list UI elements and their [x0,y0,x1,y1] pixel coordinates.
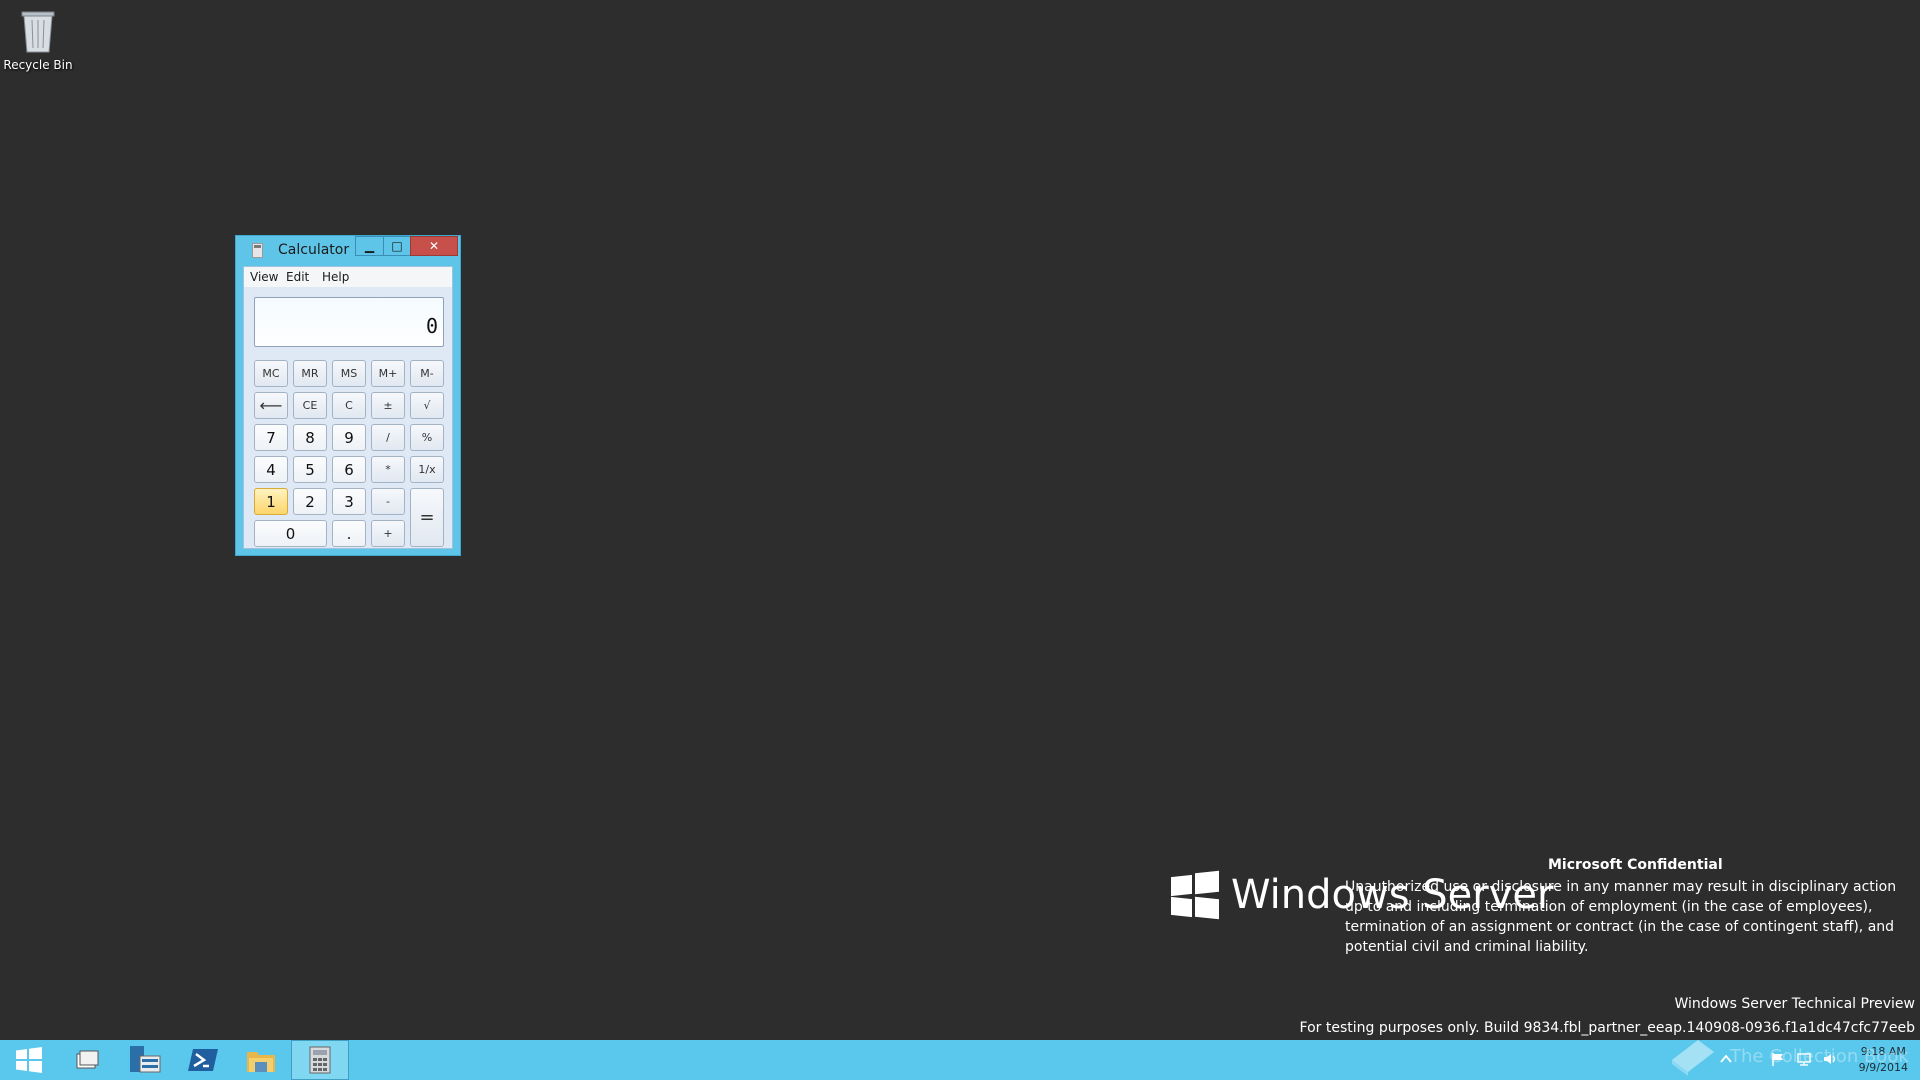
digit-3-button[interactable]: 3 [332,488,366,515]
windows-logo-icon [1171,870,1219,920]
m-plus-button[interactable]: M+ [371,360,405,387]
task-view-icon [76,1050,99,1069]
build-info: For testing purposes only. Build 9834.fb… [1299,1020,1915,1036]
equals-button[interactable]: = [410,488,444,547]
window-title: Calculator [278,242,350,258]
digit-2-button[interactable]: 2 [293,488,327,515]
server-manager-icon [130,1046,161,1073]
server-manager-button[interactable] [116,1040,174,1080]
calculator-body: View Edit Help 0 MC MR MS M+ M- ⟵ CE C ±… [243,266,453,549]
close-icon: ✕ [428,239,440,253]
reciprocal-button[interactable]: 1/x [410,456,444,483]
m-minus-button[interactable]: M- [410,360,444,387]
confidential-title: Microsoft Confidential [1548,857,1723,873]
calculator-window: Calculator ▁ □ ✕ View Edit Help 0 MC MR … [235,235,461,556]
recycle-bin-shortcut[interactable]: Recycle Bin [3,6,73,72]
close-button[interactable]: ✕ [410,236,458,256]
minimize-icon: ▁ [364,239,375,253]
menu-edit[interactable]: Edit [286,270,309,284]
calculator-taskbar-button[interactable] [291,1040,349,1080]
taskbar: 9:18 AM 9/9/2014 [0,1040,1920,1080]
display-value: 0 [425,314,438,338]
powershell-button[interactable] [174,1040,232,1080]
sqrt-button[interactable]: √ [410,392,444,419]
maximize-icon: □ [391,239,403,253]
file-explorer-button[interactable] [232,1040,290,1080]
digit-4-button[interactable]: 4 [254,456,288,483]
maximize-button[interactable]: □ [383,236,411,256]
book-watermark-icon [1672,1040,1714,1076]
digit-1-button[interactable]: 1 [254,488,288,515]
windows-start-icon [16,1047,42,1073]
recycle-bin-icon [21,11,55,53]
plus-minus-button[interactable]: ± [371,392,405,419]
menu-help[interactable]: Help [322,270,349,284]
digit-5-button[interactable]: 5 [293,456,327,483]
calculator-icon [309,1046,331,1074]
confidential-notice: Unauthorized use or disclosure in any ma… [1345,879,1897,955]
ms-button[interactable]: MS [332,360,366,387]
powershell-icon [188,1049,218,1071]
calculator-app-icon [252,243,263,258]
clear-button[interactable]: C [332,392,366,419]
ce-button[interactable]: CE [293,392,327,419]
add-button[interactable]: + [371,520,405,547]
digit-8-button[interactable]: 8 [293,424,327,451]
divide-button[interactable]: / [371,424,405,451]
subtract-button[interactable]: - [371,488,405,515]
menu-bar: View Edit Help [244,267,452,287]
task-view-button[interactable] [58,1040,116,1080]
digit-0-button[interactable]: 0 [254,520,327,547]
minimize-button[interactable]: ▁ [355,236,384,256]
start-button[interactable] [0,1040,58,1080]
digit-9-button[interactable]: 9 [332,424,366,451]
digit-7-button[interactable]: 7 [254,424,288,451]
multiply-button[interactable]: * [371,456,405,483]
backspace-button[interactable]: ⟵ [254,392,288,419]
watermark-text: The Collection Book [1730,1046,1909,1067]
recycle-bin-label: Recycle Bin [3,58,73,72]
preview-label: Windows Server Technical Preview [1674,996,1915,1012]
mr-button[interactable]: MR [293,360,327,387]
digit-6-button[interactable]: 6 [332,456,366,483]
calculator-titlebar[interactable]: Calculator ▁ □ ✕ [236,236,460,264]
calculator-display: 0 [254,297,444,347]
menu-view[interactable]: View [250,270,278,284]
folder-icon [247,1052,275,1072]
mc-button[interactable]: MC [254,360,288,387]
decimal-button[interactable]: . [332,520,366,547]
percent-button[interactable]: % [410,424,444,451]
